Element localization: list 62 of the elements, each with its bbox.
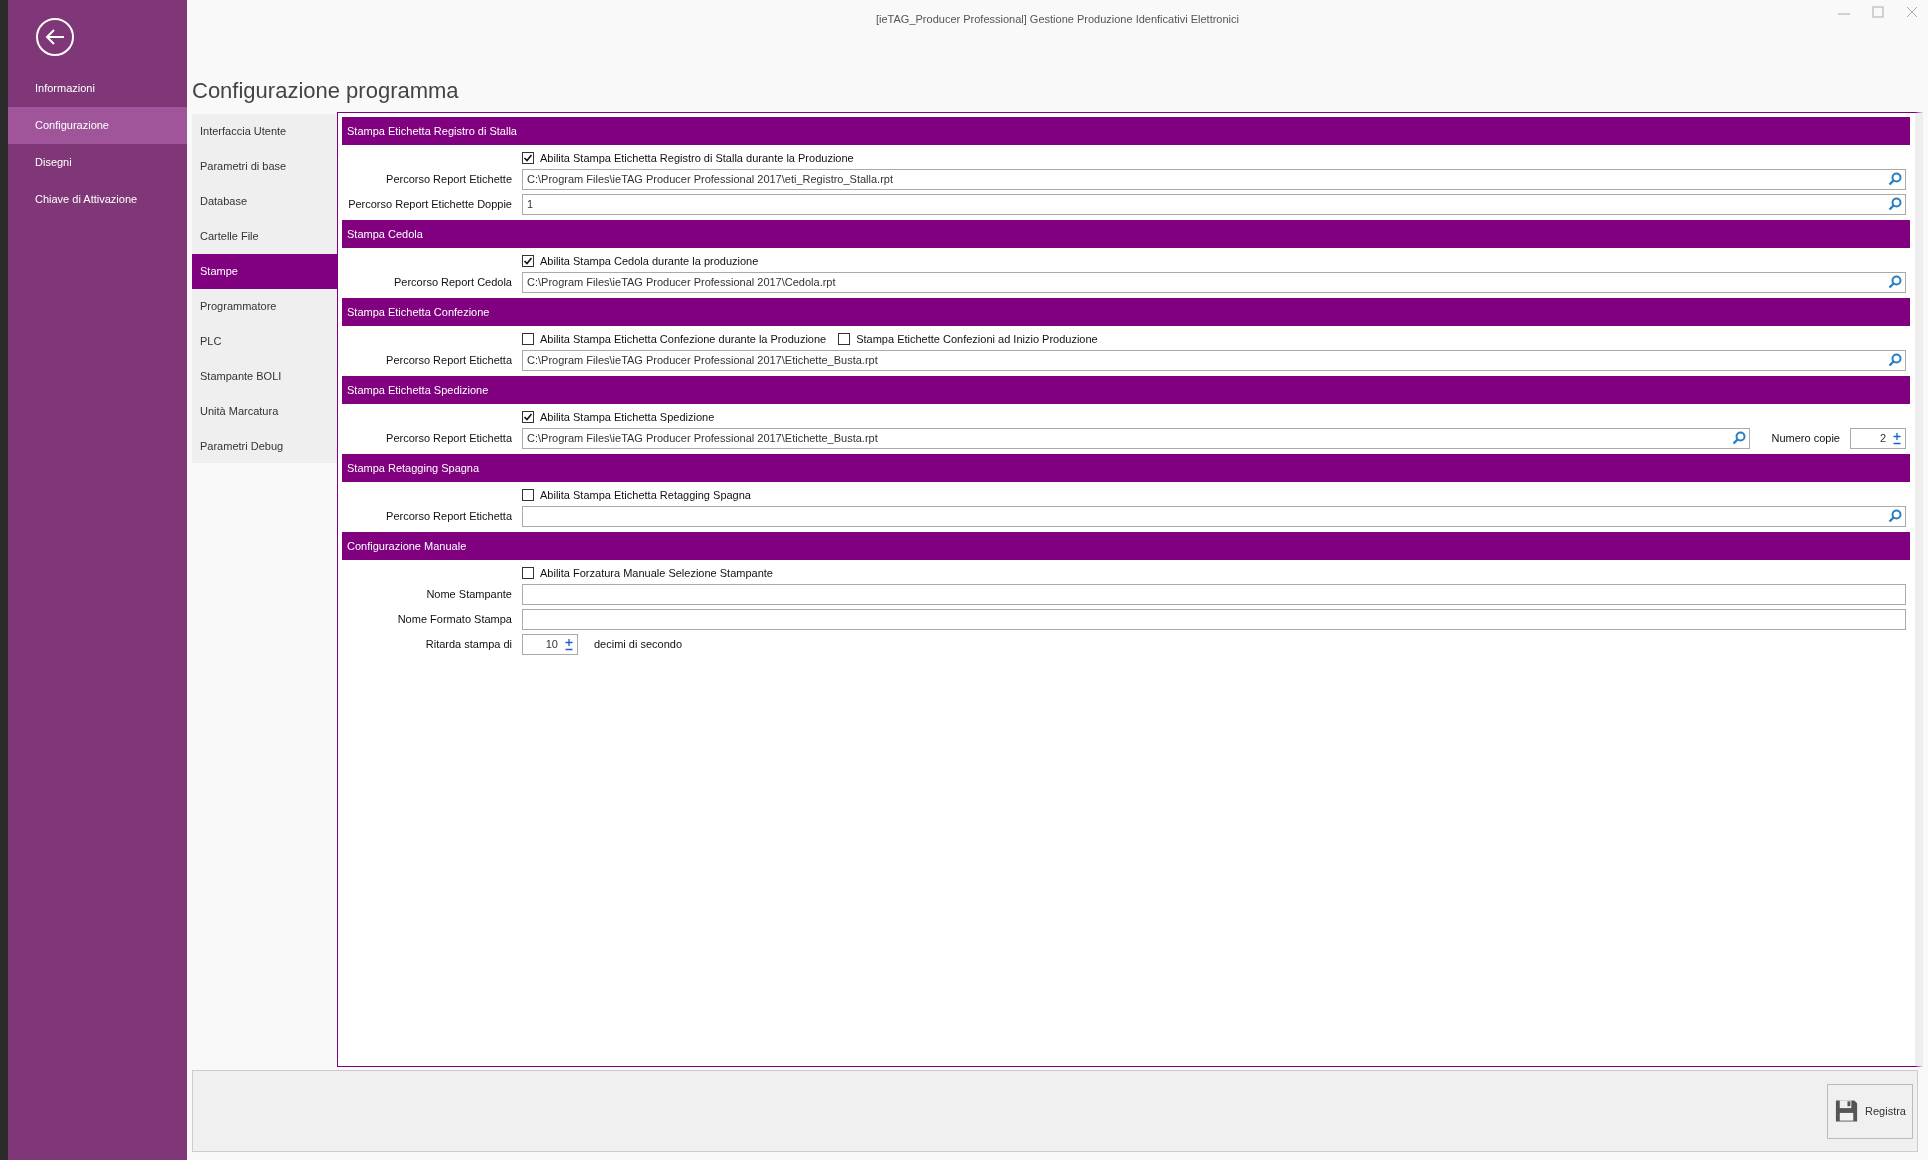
spin-icon[interactable] — [564, 637, 574, 651]
field-label: Percorso Report Etichetta — [385, 354, 512, 366]
nav-item[interactable]: Parametri di base — [192, 149, 337, 184]
checkbox-box[interactable] — [522, 411, 534, 423]
path-field[interactable]: 1 — [522, 193, 1906, 215]
copies-field[interactable]: 2 — [1850, 427, 1906, 449]
path-field[interactable]: C:\Program Files\ieTAG Producer Professional 2017\Etichette_Busta.rpt — [522, 349, 1906, 371]
delay-field[interactable]: 10 — [522, 633, 578, 655]
search-icon[interactable] — [1888, 197, 1902, 211]
sidebar-item[interactable]: Informazioni — [8, 70, 187, 107]
nav-item[interactable]: Cartelle File — [192, 219, 337, 254]
text-field[interactable] — [522, 608, 1906, 630]
path-field[interactable]: C:\Program Files\ieTAG Producer Professional 2017\eti_Registro_Stalla.rpt — [522, 168, 1906, 190]
sidebar-item[interactable]: Chiave di Attivazione — [8, 181, 187, 218]
path-field[interactable] — [522, 505, 1906, 527]
checkbox-box[interactable] — [522, 489, 534, 501]
path-field[interactable]: C:\Program Files\ieTAG Producer Professional 2017\Cedola.rpt — [522, 271, 1906, 293]
search-icon[interactable] — [1888, 172, 1902, 186]
field-label: Percorso Report Etichetta — [385, 432, 512, 444]
field-label: Percorso Report Cedola — [393, 276, 512, 288]
checkbox-box[interactable] — [838, 333, 851, 345]
unit-label: decimi di secondo — [594, 638, 683, 650]
field-label: Percorso Report Etichette — [385, 173, 512, 185]
field-label: Ritarda stampa di — [424, 638, 512, 650]
field-label: Nome Formato Stampa — [396, 613, 512, 625]
nav-item[interactable]: PLC — [192, 324, 337, 359]
section-header: Stampa Cedola — [342, 220, 1910, 248]
field-label: Nome Stampante — [425, 588, 512, 600]
close-icon[interactable] — [1906, 6, 1918, 18]
nav-item[interactable]: Unità Marcatura — [192, 394, 337, 429]
section-header: Stampa Etichetta Registro di Stalla — [342, 117, 1910, 145]
sidebar-item[interactable]: Configurazione — [8, 107, 187, 144]
field-label: Percorso Report Etichetta — [385, 510, 512, 522]
sidebar-item[interactable]: Disegni — [8, 144, 187, 181]
search-icon[interactable] — [1888, 275, 1902, 289]
section-header: Stampa Retagging Spagna — [342, 454, 1910, 482]
search-icon[interactable] — [1888, 509, 1902, 523]
section-header: Stampa Etichetta Spedizione — [342, 376, 1910, 404]
field-label: Numero copie — [1771, 432, 1840, 444]
nav-item[interactable]: Interfaccia Utente — [192, 114, 337, 149]
nav-item[interactable]: Stampe — [192, 254, 337, 289]
checkbox-box[interactable] — [522, 152, 534, 164]
section-header: Configurazione Manuale — [342, 532, 1910, 560]
path-field[interactable]: C:\Program Files\ieTAG Producer Professional 2017\Etichette_Busta.rpt — [522, 427, 1750, 449]
field-label: Percorso Report Etichette Doppie — [347, 198, 512, 210]
nav-item[interactable]: Programmatore — [192, 289, 337, 324]
save-button[interactable]: Registra — [1827, 1083, 1913, 1139]
back-button[interactable] — [36, 18, 74, 56]
nav-item[interactable]: Stampante BOLI — [192, 359, 337, 394]
nav-item[interactable]: Parametri Debug — [192, 429, 337, 464]
back-arrow-icon — [44, 28, 66, 46]
text-field[interactable] — [522, 583, 1906, 605]
spin-icon[interactable] — [1892, 431, 1902, 445]
page-title: Configurazione programma — [191, 77, 460, 105]
search-icon[interactable] — [1731, 431, 1746, 445]
window-title: [ieTAG_Producer Professional] Gestione Produzione Idenficativi Elettronici — [876, 13, 1239, 25]
checkbox-box[interactable] — [522, 567, 534, 579]
checkbox-box[interactable] — [522, 333, 534, 345]
checkbox-box[interactable] — [522, 255, 534, 267]
section-header: Stampa Etichetta Confezione — [342, 298, 1910, 326]
search-icon[interactable] — [1888, 353, 1902, 367]
nav-item[interactable]: Database — [192, 184, 337, 219]
